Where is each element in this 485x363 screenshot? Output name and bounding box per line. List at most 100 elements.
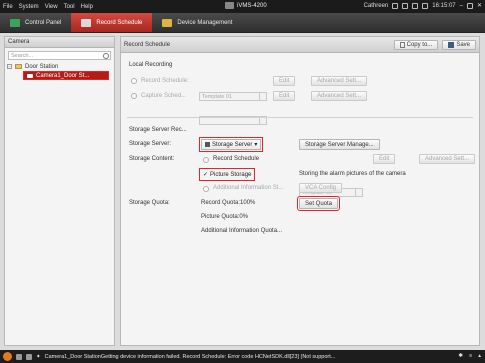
camera-icon	[27, 73, 33, 78]
menu-tool[interactable]: Tool	[64, 4, 75, 10]
folder-icon	[15, 64, 22, 69]
capture-schedule-radio[interactable]	[131, 93, 137, 99]
tree-item-door-station[interactable]: − Door Station	[7, 62, 112, 71]
status-message: Camera1_Door StationGetting device infor…	[44, 353, 336, 360]
storage-quota-label: Storage Quota:	[129, 200, 170, 206]
user-icon[interactable]	[392, 2, 399, 9]
record-edit-button[interactable]: Edit	[273, 76, 296, 86]
clock-time: 16:15:07	[432, 2, 456, 9]
chevron-down-icon: ▾	[254, 142, 258, 148]
pin-icon[interactable]: ✦	[36, 354, 41, 360]
minimize-icon[interactable]: –	[460, 3, 463, 9]
record-schedule-option-radio[interactable]	[203, 157, 209, 163]
speaker-icon[interactable]	[16, 353, 22, 360]
tab-control-panel-label: Control Panel	[25, 19, 62, 26]
list-icon[interactable]	[26, 353, 32, 360]
record-schedule-header: Record Schedule Copy to... Save	[121, 37, 479, 53]
lock-icon[interactable]	[402, 2, 409, 9]
tree-item-label: Door Station	[25, 63, 59, 70]
capture-edit-button[interactable]: Edit	[273, 91, 296, 101]
tree-item-camera1[interactable]: Camera1_Door St...	[23, 71, 109, 80]
header-buttons: Copy to... Save	[393, 39, 476, 50]
picture-storage-description: Storing the alarm pictures of the camera	[299, 171, 406, 177]
additional-quota-value: Additional Information Quota...	[201, 228, 283, 234]
record-advanced-button[interactable]: Advanced Sett...	[311, 76, 368, 86]
menu-help[interactable]: Help	[81, 4, 93, 10]
app-logo-icon	[225, 2, 234, 9]
content-advanced-button[interactable]: Advanced Sett...	[419, 154, 476, 164]
search-placeholder: Search...	[11, 52, 34, 59]
tab-record-schedule[interactable]: Record Schedule	[71, 13, 153, 32]
vca-config-button[interactable]: VCA Config	[299, 183, 343, 193]
record-quota-value: Record Quota:100%	[201, 200, 256, 206]
record-template-select[interactable]: Template 01	[199, 92, 267, 101]
save-label: Save	[456, 41, 470, 48]
storage-server-heading: Storage Server Rec...	[129, 127, 187, 133]
menu-view[interactable]: View	[45, 4, 58, 10]
picture-storage-checkbox[interactable]: ✓ Picture Storage	[198, 168, 256, 181]
storage-server-value: Storage Server	[212, 141, 253, 148]
close-icon[interactable]: ✕	[477, 2, 482, 9]
maximize-icon[interactable]	[466, 2, 473, 9]
record-schedule-radio[interactable]	[131, 78, 137, 84]
record-template-value: Template 01	[202, 93, 232, 100]
menu-right-icon[interactable]: ≡	[469, 353, 472, 359]
copy-icon	[399, 41, 405, 48]
app-title: iVMS-4200	[225, 2, 267, 9]
content-edit-button[interactable]: Edit	[373, 154, 396, 164]
save-icon	[448, 41, 455, 48]
additional-info-label: Additional Information St...	[213, 185, 284, 191]
record-schedule-option-label: Record Schedule	[213, 156, 260, 162]
pin-right-icon[interactable]: ✱	[458, 353, 463, 359]
main-menu: File System View Tool Help	[0, 4, 93, 10]
capture-advanced-button[interactable]: Advanced Sett...	[311, 91, 368, 101]
capture-schedule-radio-label: Capture Sched...	[141, 93, 187, 99]
set-quota-button[interactable]: Set Quota	[296, 196, 341, 211]
local-recording-heading: Local Recording	[129, 62, 173, 68]
status-bar: ✦ Camera1_Door StationGetting device inf…	[0, 350, 485, 363]
chevron-down-icon	[259, 117, 266, 124]
collapse-icon[interactable]: −	[7, 64, 12, 69]
camera-panel: Camera Search... − Door Station Camera1_…	[4, 36, 115, 346]
record-schedule-icon	[81, 18, 92, 27]
tab-bar: Control Panel Record Schedule Device Man…	[0, 13, 485, 33]
section-divider	[127, 117, 473, 118]
storage-server-manage-button[interactable]: Storage Server Manage...	[299, 139, 380, 150]
record-schedule-radio-label: Record Schedule:	[141, 78, 189, 84]
tab-control-panel[interactable]: Control Panel	[0, 13, 71, 32]
chevron-down-icon	[259, 93, 266, 100]
tab-device-management[interactable]: Device Management	[152, 13, 242, 32]
picture-storage-label: Picture Storage	[210, 171, 252, 178]
menu-bar: File System View Tool Help iVMS-4200 Cat…	[0, 0, 485, 13]
camera-panel-title: Camera	[8, 39, 30, 45]
additional-info-checkbox[interactable]	[203, 186, 209, 192]
calendar-icon[interactable]	[422, 2, 429, 9]
chevron-down-icon	[355, 189, 362, 196]
menu-file[interactable]: File	[3, 4, 13, 10]
collapse-right-icon[interactable]: ▴	[478, 353, 481, 359]
copy-to-button[interactable]: Copy to...	[393, 39, 439, 50]
camera-tree: − Door Station Camera1_Door St...	[5, 62, 114, 80]
monitor-icon[interactable]	[412, 2, 419, 9]
picture-quota-value: Picture Quota:0%	[201, 214, 249, 220]
status-right-icons: ✱ ≡ ▴	[458, 353, 481, 359]
user-name: Cathreen	[363, 2, 389, 9]
record-schedule-panel: Record Schedule Copy to... Save Local Re…	[120, 36, 480, 346]
control-panel-icon	[10, 18, 20, 27]
page-title: Record Schedule	[124, 41, 171, 48]
tree-item-label: Camera1_Door St...	[36, 72, 90, 79]
titlebar-right: Cathreen 16:15:07 – ✕	[364, 2, 482, 9]
camera-search-input[interactable]: Search...	[8, 51, 111, 60]
storage-content-label: Storage Content:	[129, 156, 175, 162]
app-title-text: iVMS-4200	[237, 2, 267, 9]
checkmark-icon: ✓	[203, 172, 209, 178]
alarm-icon[interactable]	[3, 352, 12, 361]
storage-server-select[interactable]: Storage Server ▾	[198, 137, 264, 152]
save-button[interactable]: Save	[442, 39, 476, 50]
search-icon[interactable]	[103, 53, 109, 59]
device-management-icon	[162, 18, 173, 27]
storage-server-label: Storage Server:	[129, 141, 172, 147]
tab-record-schedule-label: Record Schedule	[96, 19, 143, 26]
tab-device-management-label: Device Management	[177, 19, 233, 26]
menu-system[interactable]: System	[19, 4, 39, 10]
